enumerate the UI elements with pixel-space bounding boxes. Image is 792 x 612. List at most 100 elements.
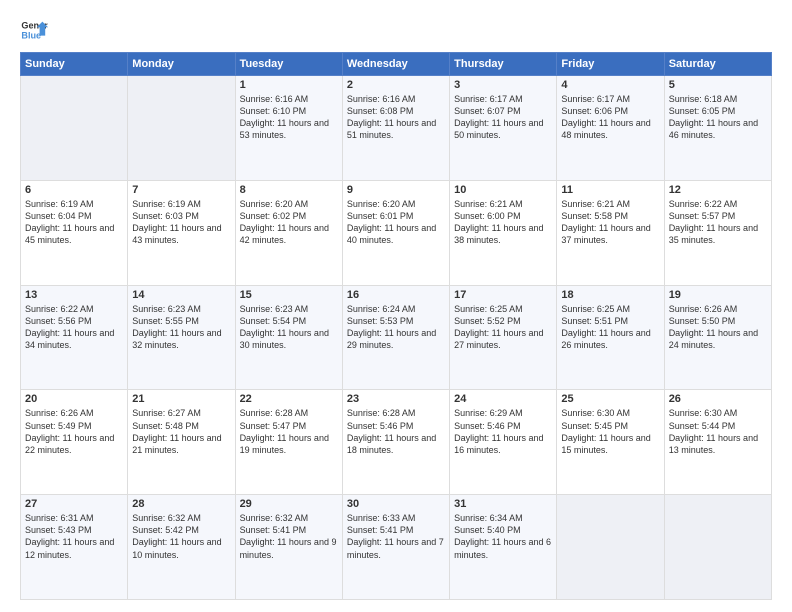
week-row-3: 13 Sunrise: 6:22 AMSunset: 5:56 PMDaylig… (21, 285, 772, 390)
day-number: 18 (561, 289, 659, 301)
calendar-cell: 9 Sunrise: 6:20 AMSunset: 6:01 PMDayligh… (342, 180, 449, 285)
calendar-cell: 26 Sunrise: 6:30 AMSunset: 5:44 PMDaylig… (664, 390, 771, 495)
svg-text:Blue: Blue (21, 30, 41, 40)
weekday-header-saturday: Saturday (664, 53, 771, 76)
calendar-cell: 10 Sunrise: 6:21 AMSunset: 6:00 PMDaylig… (450, 180, 557, 285)
day-number: 4 (561, 79, 659, 91)
weekday-header-wednesday: Wednesday (342, 53, 449, 76)
calendar-cell: 21 Sunrise: 6:27 AMSunset: 5:48 PMDaylig… (128, 390, 235, 495)
cell-info: Sunrise: 6:32 AMSunset: 5:41 PMDaylight:… (240, 512, 338, 561)
cell-info: Sunrise: 6:17 AMSunset: 6:06 PMDaylight:… (561, 93, 659, 142)
day-number: 6 (25, 184, 123, 196)
calendar-cell: 2 Sunrise: 6:16 AMSunset: 6:08 PMDayligh… (342, 76, 449, 181)
calendar-cell: 30 Sunrise: 6:33 AMSunset: 5:41 PMDaylig… (342, 495, 449, 600)
day-number: 20 (25, 393, 123, 405)
day-number: 16 (347, 289, 445, 301)
cell-info: Sunrise: 6:28 AMSunset: 5:46 PMDaylight:… (347, 407, 445, 456)
calendar-cell: 27 Sunrise: 6:31 AMSunset: 5:43 PMDaylig… (21, 495, 128, 600)
cell-info: Sunrise: 6:21 AMSunset: 5:58 PMDaylight:… (561, 198, 659, 247)
calendar-cell (664, 495, 771, 600)
cell-info: Sunrise: 6:24 AMSunset: 5:53 PMDaylight:… (347, 303, 445, 352)
calendar-cell: 22 Sunrise: 6:28 AMSunset: 5:47 PMDaylig… (235, 390, 342, 495)
cell-info: Sunrise: 6:31 AMSunset: 5:43 PMDaylight:… (25, 512, 123, 561)
day-number: 7 (132, 184, 230, 196)
week-row-1: 1 Sunrise: 6:16 AMSunset: 6:10 PMDayligh… (21, 76, 772, 181)
cell-info: Sunrise: 6:33 AMSunset: 5:41 PMDaylight:… (347, 512, 445, 561)
week-row-2: 6 Sunrise: 6:19 AMSunset: 6:04 PMDayligh… (21, 180, 772, 285)
calendar-cell: 14 Sunrise: 6:23 AMSunset: 5:55 PMDaylig… (128, 285, 235, 390)
day-number: 5 (669, 79, 767, 91)
day-number: 26 (669, 393, 767, 405)
cell-info: Sunrise: 6:34 AMSunset: 5:40 PMDaylight:… (454, 512, 552, 561)
cell-info: Sunrise: 6:28 AMSunset: 5:47 PMDaylight:… (240, 407, 338, 456)
weekday-header-thursday: Thursday (450, 53, 557, 76)
day-number: 13 (25, 289, 123, 301)
calendar-cell: 25 Sunrise: 6:30 AMSunset: 5:45 PMDaylig… (557, 390, 664, 495)
weekday-header-row: SundayMondayTuesdayWednesdayThursdayFrid… (21, 53, 772, 76)
day-number: 14 (132, 289, 230, 301)
logo: General Blue (20, 16, 48, 44)
calendar-cell: 31 Sunrise: 6:34 AMSunset: 5:40 PMDaylig… (450, 495, 557, 600)
cell-info: Sunrise: 6:26 AMSunset: 5:49 PMDaylight:… (25, 407, 123, 456)
calendar-cell: 8 Sunrise: 6:20 AMSunset: 6:02 PMDayligh… (235, 180, 342, 285)
cell-info: Sunrise: 6:18 AMSunset: 6:05 PMDaylight:… (669, 93, 767, 142)
calendar-cell (21, 76, 128, 181)
calendar-cell: 20 Sunrise: 6:26 AMSunset: 5:49 PMDaylig… (21, 390, 128, 495)
day-number: 8 (240, 184, 338, 196)
cell-info: Sunrise: 6:21 AMSunset: 6:00 PMDaylight:… (454, 198, 552, 247)
day-number: 1 (240, 79, 338, 91)
calendar-cell: 11 Sunrise: 6:21 AMSunset: 5:58 PMDaylig… (557, 180, 664, 285)
day-number: 29 (240, 498, 338, 510)
cell-info: Sunrise: 6:17 AMSunset: 6:07 PMDaylight:… (454, 93, 552, 142)
weekday-header-tuesday: Tuesday (235, 53, 342, 76)
week-row-4: 20 Sunrise: 6:26 AMSunset: 5:49 PMDaylig… (21, 390, 772, 495)
day-number: 21 (132, 393, 230, 405)
day-number: 17 (454, 289, 552, 301)
calendar-cell: 1 Sunrise: 6:16 AMSunset: 6:10 PMDayligh… (235, 76, 342, 181)
cell-info: Sunrise: 6:30 AMSunset: 5:45 PMDaylight:… (561, 407, 659, 456)
day-number: 10 (454, 184, 552, 196)
day-number: 28 (132, 498, 230, 510)
day-number: 23 (347, 393, 445, 405)
day-number: 3 (454, 79, 552, 91)
cell-info: Sunrise: 6:26 AMSunset: 5:50 PMDaylight:… (669, 303, 767, 352)
day-number: 27 (25, 498, 123, 510)
cell-info: Sunrise: 6:25 AMSunset: 5:51 PMDaylight:… (561, 303, 659, 352)
day-number: 12 (669, 184, 767, 196)
cell-info: Sunrise: 6:32 AMSunset: 5:42 PMDaylight:… (132, 512, 230, 561)
cell-info: Sunrise: 6:30 AMSunset: 5:44 PMDaylight:… (669, 407, 767, 456)
calendar-cell: 12 Sunrise: 6:22 AMSunset: 5:57 PMDaylig… (664, 180, 771, 285)
cell-info: Sunrise: 6:22 AMSunset: 5:57 PMDaylight:… (669, 198, 767, 247)
day-number: 15 (240, 289, 338, 301)
cell-info: Sunrise: 6:23 AMSunset: 5:55 PMDaylight:… (132, 303, 230, 352)
week-row-5: 27 Sunrise: 6:31 AMSunset: 5:43 PMDaylig… (21, 495, 772, 600)
day-number: 11 (561, 184, 659, 196)
calendar-table: SundayMondayTuesdayWednesdayThursdayFrid… (20, 52, 772, 600)
logo-icon: General Blue (20, 16, 48, 44)
day-number: 25 (561, 393, 659, 405)
calendar-cell: 29 Sunrise: 6:32 AMSunset: 5:41 PMDaylig… (235, 495, 342, 600)
cell-info: Sunrise: 6:27 AMSunset: 5:48 PMDaylight:… (132, 407, 230, 456)
day-number: 30 (347, 498, 445, 510)
cell-info: Sunrise: 6:19 AMSunset: 6:03 PMDaylight:… (132, 198, 230, 247)
day-number: 2 (347, 79, 445, 91)
weekday-header-friday: Friday (557, 53, 664, 76)
cell-info: Sunrise: 6:20 AMSunset: 6:02 PMDaylight:… (240, 198, 338, 247)
calendar-cell: 23 Sunrise: 6:28 AMSunset: 5:46 PMDaylig… (342, 390, 449, 495)
cell-info: Sunrise: 6:22 AMSunset: 5:56 PMDaylight:… (25, 303, 123, 352)
header: General Blue (20, 16, 772, 44)
calendar-cell: 7 Sunrise: 6:19 AMSunset: 6:03 PMDayligh… (128, 180, 235, 285)
calendar-cell: 28 Sunrise: 6:32 AMSunset: 5:42 PMDaylig… (128, 495, 235, 600)
calendar-cell: 6 Sunrise: 6:19 AMSunset: 6:04 PMDayligh… (21, 180, 128, 285)
calendar-cell: 18 Sunrise: 6:25 AMSunset: 5:51 PMDaylig… (557, 285, 664, 390)
cell-info: Sunrise: 6:23 AMSunset: 5:54 PMDaylight:… (240, 303, 338, 352)
day-number: 19 (669, 289, 767, 301)
calendar-cell (557, 495, 664, 600)
cell-info: Sunrise: 6:29 AMSunset: 5:46 PMDaylight:… (454, 407, 552, 456)
day-number: 24 (454, 393, 552, 405)
calendar-cell: 24 Sunrise: 6:29 AMSunset: 5:46 PMDaylig… (450, 390, 557, 495)
calendar-cell: 4 Sunrise: 6:17 AMSunset: 6:06 PMDayligh… (557, 76, 664, 181)
cell-info: Sunrise: 6:20 AMSunset: 6:01 PMDaylight:… (347, 198, 445, 247)
weekday-header-monday: Monday (128, 53, 235, 76)
cell-info: Sunrise: 6:16 AMSunset: 6:08 PMDaylight:… (347, 93, 445, 142)
